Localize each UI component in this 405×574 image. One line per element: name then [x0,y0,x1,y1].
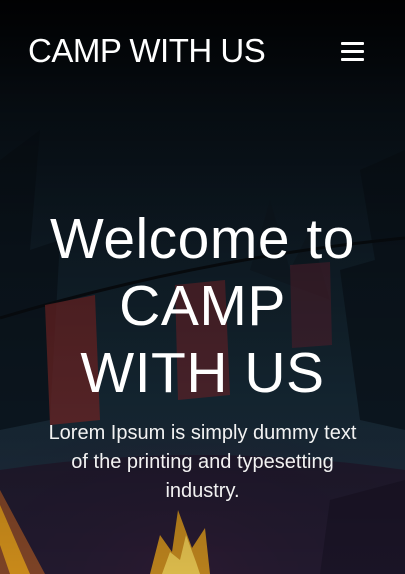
hamburger-menu-icon[interactable] [330,36,366,66]
hero-subtitle: Lorem Ipsum is simply dummy text of the … [48,422,357,502]
brand-logo-text[interactable]: CAMP WITH US [28,32,266,70]
hero-title: Welcome to CAMP WITH US [50,207,355,405]
hero-content: Welcome to CAMP WITH US Lorem Ipsum is s… [0,206,405,506]
page: CAMP WITH US Welcome to CAMP WITH US Lor… [0,0,405,574]
site-header: CAMP WITH US [0,0,405,100]
